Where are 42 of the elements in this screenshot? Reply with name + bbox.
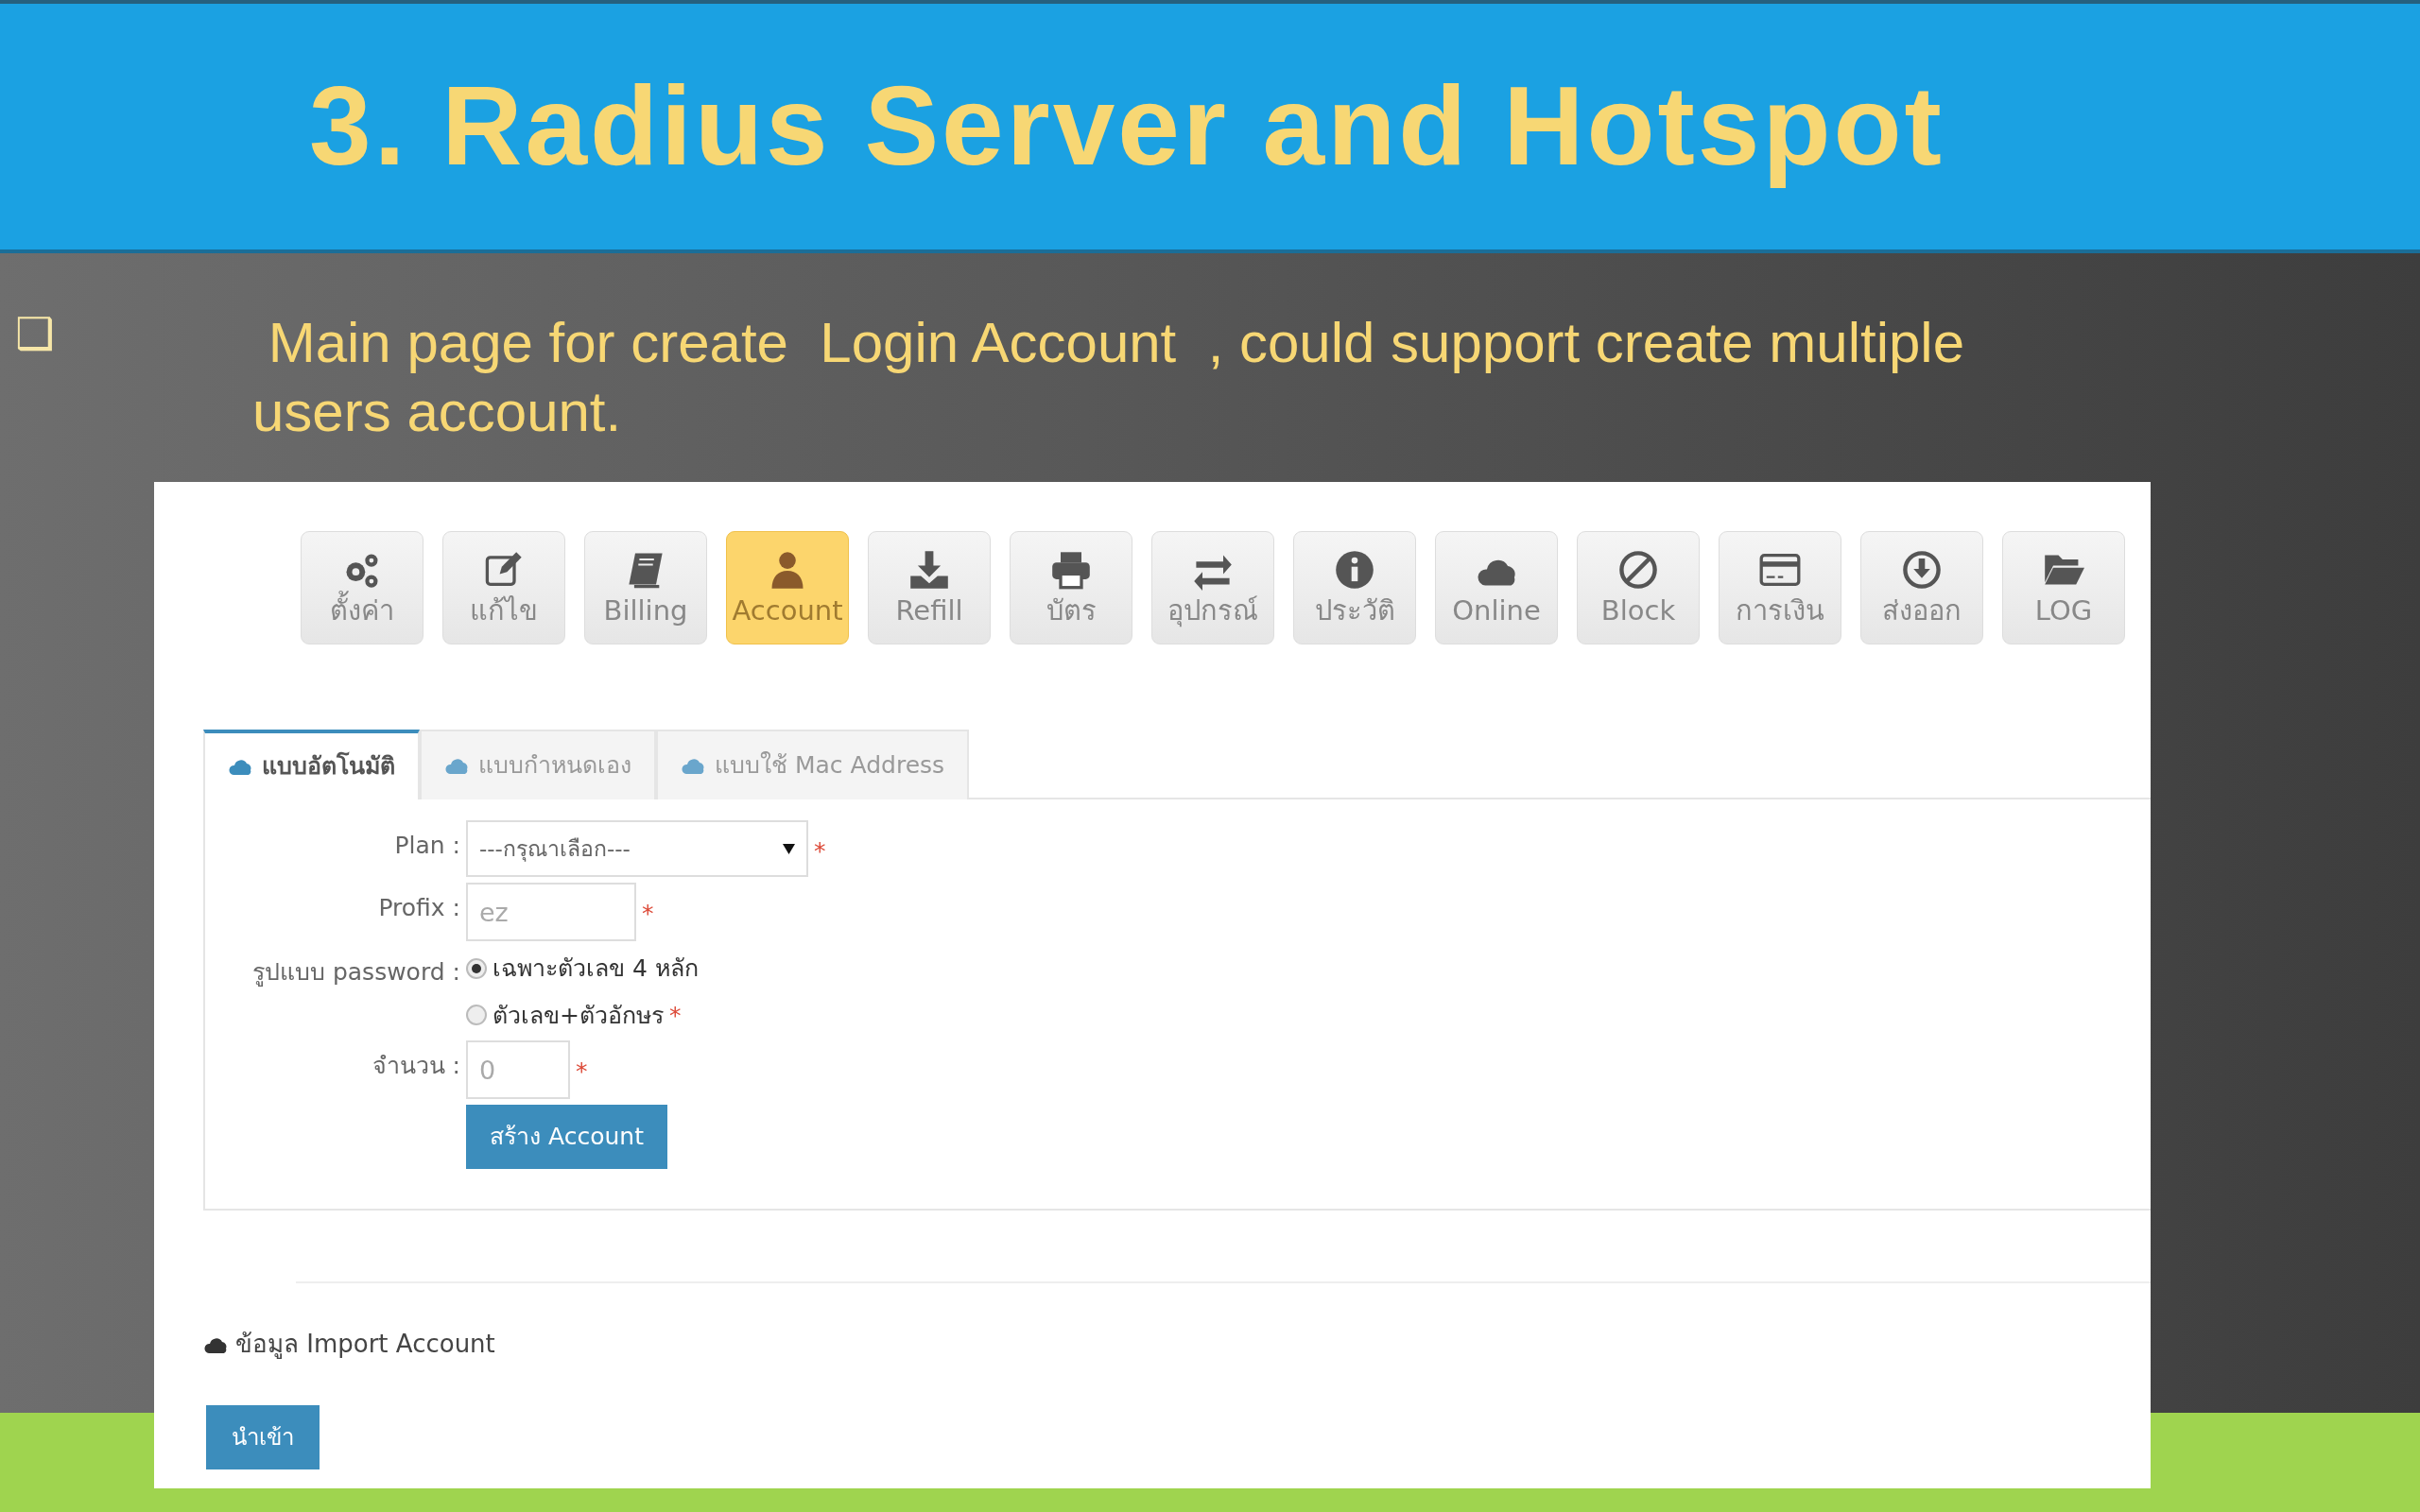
toolbar-button[interactable]: LOG — [2002, 531, 2125, 644]
toolbar-button[interactable]: Online — [1435, 531, 1558, 644]
toolbar-button[interactable]: Block — [1577, 531, 1700, 644]
tab[interactable]: แบบอัตโนมัติ — [203, 730, 420, 799]
toolbar-button[interactable]: การเงิน — [1719, 531, 1841, 644]
plan-select[interactable]: ---กรุณาเลือก--- — [466, 820, 808, 877]
tab[interactable]: แบบกำหนดเอง — [420, 730, 656, 799]
create-account-button[interactable]: สร้าง Account — [466, 1105, 667, 1169]
tab[interactable]: แบบใช้ Mac Address — [656, 730, 970, 799]
required-mark: * — [642, 899, 654, 929]
bullet-text: Main page for create Login Account , could support create multiple users account. — [252, 310, 1966, 445]
radio-button[interactable] — [466, 957, 487, 979]
option-label: ตัวเลข+ตัวอักษร — [493, 1000, 664, 1031]
toolbar-button[interactable]: ประวัติ — [1293, 531, 1416, 644]
download-icon — [908, 548, 950, 591]
toolbar-button[interactable]: Account — [726, 531, 849, 644]
required-mark: * — [576, 1057, 588, 1087]
info-icon — [1334, 548, 1375, 591]
field-label: Profix : — [377, 893, 460, 923]
toolbar-button[interactable]: แก้ไข — [442, 531, 565, 644]
field-label: Plan : — [393, 831, 460, 861]
caret-icon — [783, 843, 795, 854]
bullet-marker: ❑ — [14, 308, 56, 361]
option-label: เฉพาะตัวเลข 4 หลัก — [493, 954, 699, 984]
field-label: จำนวน : — [371, 1051, 460, 1081]
toolbar-button[interactable]: อุปกรณ์ — [1151, 531, 1274, 644]
field-label: รูปแบบ password : — [251, 957, 460, 988]
import-button[interactable]: นำเข้า — [206, 1405, 320, 1469]
required-mark: * — [668, 1000, 682, 1031]
ban-icon — [1617, 548, 1659, 591]
section-heading: ข้อมูล Import Account — [235, 1329, 495, 1361]
amount-field[interactable]: 0 — [466, 1040, 570, 1099]
toolbar-button[interactable]: Refill — [868, 531, 991, 644]
toolbar-button[interactable]: ตั้งค่า — [301, 531, 424, 644]
toolbar-button[interactable]: Billing — [584, 531, 707, 644]
required-mark: * — [814, 836, 826, 867]
prefix-field[interactable]: ez — [466, 883, 636, 941]
download-icon — [1901, 548, 1943, 591]
toolbar-button[interactable]: บัตร — [1010, 531, 1132, 644]
toolbar-button[interactable]: ส่งออก — [1860, 531, 1983, 644]
slide-title: 3. Radius Server and Hotspot — [309, 62, 1945, 191]
radio-button[interactable] — [466, 1005, 487, 1026]
